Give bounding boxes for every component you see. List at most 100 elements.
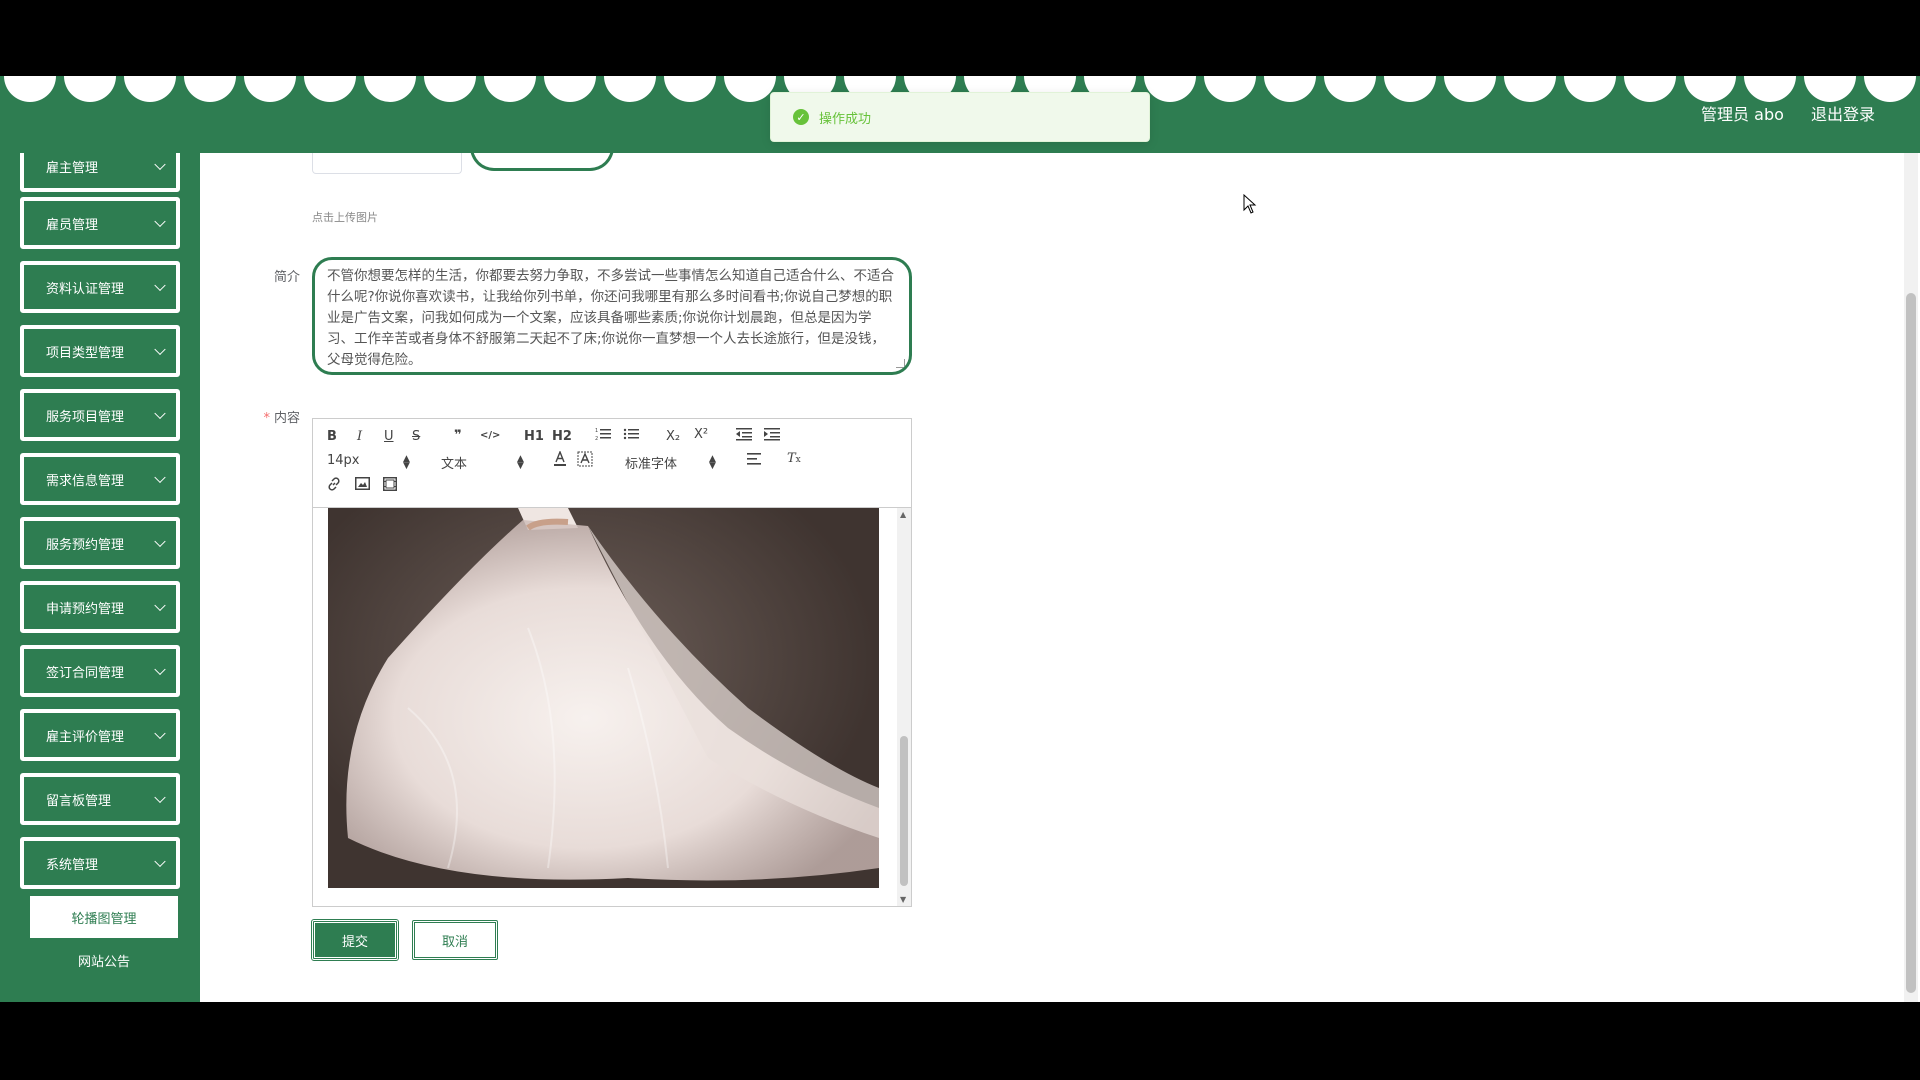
upload-hint: 点击上传图片 bbox=[312, 211, 378, 224]
upload-button[interactable] bbox=[470, 153, 614, 171]
sidebar-item-label: 签订合同管理 bbox=[46, 665, 125, 681]
header-format-value: 文本 bbox=[441, 457, 468, 472]
chevron-down-icon bbox=[154, 471, 166, 484]
chevron-down-icon bbox=[154, 535, 166, 548]
wedding-dress-image bbox=[328, 508, 879, 888]
bullet-list-icon[interactable] bbox=[623, 427, 639, 445]
scroll-up-icon[interactable]: ▲ bbox=[900, 510, 906, 519]
sidebar-item-employee[interactable]: 雇员管理 bbox=[20, 197, 180, 249]
chevron-down-icon bbox=[154, 343, 166, 356]
letterbox-top bbox=[0, 0, 1920, 76]
select-arrows-icon: ▲ ▼ bbox=[403, 454, 410, 471]
sidebar-item-apply-booking[interactable]: 申请预约管理 bbox=[20, 581, 180, 633]
editor-scrollbar[interactable]: ▲ ▼ bbox=[897, 508, 911, 906]
sidebar-menu: 雇主管理 雇员管理 资料认证管理 项目类型管理 服务项目管理 需求信息管理 服务… bbox=[0, 153, 200, 1002]
sidebar-item-label: 留言板管理 bbox=[46, 793, 112, 809]
editor-toolbar: B I U S ❞ </> H1 H2 12 X₂ X² 14px ▲ ▼ 文本… bbox=[313, 419, 911, 508]
font-family-value: 标准字体 bbox=[625, 457, 678, 472]
sidebar-item-label: 服务项目管理 bbox=[46, 409, 125, 425]
chevron-down-icon bbox=[154, 727, 166, 740]
header-user-area: 管理员 abo 退出登录 bbox=[1701, 101, 1875, 125]
page-scrollbar-thumb[interactable] bbox=[1906, 293, 1916, 993]
letterbox-bottom bbox=[0, 1002, 1920, 1080]
chevron-down-icon bbox=[154, 663, 166, 676]
submit-button[interactable]: 提交 bbox=[311, 919, 399, 961]
sidebar-subitem-carousel[interactable]: 轮播图管理 bbox=[30, 896, 178, 938]
superscript-button[interactable]: X² bbox=[694, 427, 708, 442]
align-left-icon[interactable] bbox=[747, 453, 761, 469]
font-size-select[interactable]: 14px ▲ ▼ bbox=[327, 453, 411, 471]
intro-textarea[interactable]: 不管你想要怎样的生活，你都要去努力争取，不多尝试一些事情怎么知道自己适合什么、不… bbox=[312, 257, 912, 375]
sidebar-item-label: 雇主管理 bbox=[46, 160, 99, 176]
svg-text:1: 1 bbox=[595, 428, 598, 434]
heading2-button[interactable]: H2 bbox=[552, 429, 572, 444]
sidebar-item-message-board[interactable]: 留言板管理 bbox=[20, 773, 180, 825]
subscript-button[interactable]: X₂ bbox=[666, 429, 680, 444]
sidebar-item-label: 雇员管理 bbox=[46, 217, 99, 233]
select-arrows-icon: ▲ ▼ bbox=[517, 454, 524, 471]
clear-format-icon[interactable]: Tx bbox=[787, 451, 801, 466]
sidebar-item-service-project[interactable]: 服务项目管理 bbox=[20, 389, 180, 441]
heading1-button[interactable]: H1 bbox=[524, 429, 544, 444]
underline-button[interactable]: U bbox=[384, 429, 394, 444]
font-family-select[interactable]: 标准字体 ▲ ▼ bbox=[625, 453, 716, 473]
chevron-down-icon bbox=[154, 407, 166, 420]
mouse-cursor-icon bbox=[1243, 193, 1257, 218]
intro-text: 不管你想要怎样的生活，你都要去努力争取，不多尝试一些事情怎么知道自己适合什么、不… bbox=[327, 268, 894, 368]
chevron-down-icon bbox=[154, 158, 166, 171]
chevron-down-icon bbox=[154, 279, 166, 292]
bold-button[interactable]: B bbox=[327, 429, 337, 444]
indent-icon[interactable] bbox=[764, 427, 780, 445]
scroll-down-icon[interactable]: ▼ bbox=[900, 895, 906, 904]
rich-text-editor: B I U S ❞ </> H1 H2 12 X₂ X² 14px ▲ ▼ 文本… bbox=[312, 418, 912, 907]
code-block-button[interactable]: </> bbox=[480, 430, 500, 441]
chevron-down-icon bbox=[154, 215, 166, 228]
image-icon[interactable] bbox=[355, 477, 370, 494]
sidebar-item-service-booking[interactable]: 服务预约管理 bbox=[20, 517, 180, 569]
image-upload-preview[interactable] bbox=[312, 153, 462, 174]
background-color-icon[interactable] bbox=[577, 451, 593, 471]
sidebar-item-certification[interactable]: 资料认证管理 bbox=[20, 261, 180, 313]
sidebar-subitem-announcement[interactable]: 网站公告 bbox=[30, 939, 178, 981]
sidebar-item-label: 系统管理 bbox=[46, 857, 99, 873]
content-label-text: 内容 bbox=[273, 411, 300, 426]
sidebar-item-label: 申请预约管理 bbox=[46, 601, 125, 617]
chevron-down-icon bbox=[154, 791, 166, 804]
main-content: 点击上传图片 简介 不管你想要怎样的生活，你都要去努力争取，不多尝试一些事情怎么… bbox=[200, 153, 1920, 1002]
toast-message: 操作成功 bbox=[819, 111, 872, 127]
cancel-button[interactable]: 取消 bbox=[412, 920, 498, 960]
sidebar-item-label: 资料认证管理 bbox=[46, 281, 125, 297]
admin-user-label: 管理员 abo bbox=[1701, 105, 1784, 124]
sidebar-item-label: 雇主评价管理 bbox=[46, 729, 125, 745]
resize-handle[interactable] bbox=[896, 359, 905, 368]
select-arrows-icon: ▲ ▼ bbox=[709, 454, 716, 471]
video-icon[interactable] bbox=[383, 477, 397, 495]
outdent-icon[interactable] bbox=[736, 427, 752, 445]
sidebar-item-label: 项目类型管理 bbox=[46, 345, 125, 361]
sidebar-item-employer[interactable]: 雇主管理 bbox=[20, 153, 180, 192]
sidebar-item-system[interactable]: 系统管理 bbox=[20, 837, 180, 889]
sidebar-item-label: 服务预约管理 bbox=[46, 537, 125, 553]
logout-link[interactable]: 退出登录 bbox=[1811, 105, 1875, 124]
content-label: * 内容 bbox=[263, 411, 300, 426]
editor-scrollbar-thumb[interactable] bbox=[900, 736, 908, 886]
sidebar-item-project-type[interactable]: 项目类型管理 bbox=[20, 325, 180, 377]
sidebar-item-employer-review[interactable]: 雇主评价管理 bbox=[20, 709, 180, 761]
sidebar-item-contract[interactable]: 签订合同管理 bbox=[20, 645, 180, 697]
strikethrough-button[interactable]: S bbox=[412, 429, 420, 444]
header-format-select[interactable]: 文本 ▲ ▼ bbox=[441, 453, 525, 473]
check-circle-icon: ✓ bbox=[793, 109, 809, 125]
font-color-icon[interactable] bbox=[553, 450, 567, 471]
sidebar-item-demand-info[interactable]: 需求信息管理 bbox=[20, 453, 180, 505]
svg-text:2: 2 bbox=[595, 436, 598, 441]
intro-label: 简介 bbox=[273, 270, 300, 285]
ordered-list-icon[interactable]: 12 bbox=[595, 427, 611, 445]
blockquote-button[interactable]: ❞ bbox=[454, 428, 462, 443]
editor-content-area[interactable]: ▲ ▼ bbox=[313, 508, 911, 906]
link-icon[interactable] bbox=[327, 477, 341, 495]
chevron-down-icon bbox=[154, 855, 166, 868]
font-size-value: 14px bbox=[327, 453, 360, 468]
italic-button[interactable]: I bbox=[357, 429, 362, 444]
sidebar-item-label: 需求信息管理 bbox=[46, 473, 125, 489]
chevron-down-icon bbox=[154, 599, 166, 612]
